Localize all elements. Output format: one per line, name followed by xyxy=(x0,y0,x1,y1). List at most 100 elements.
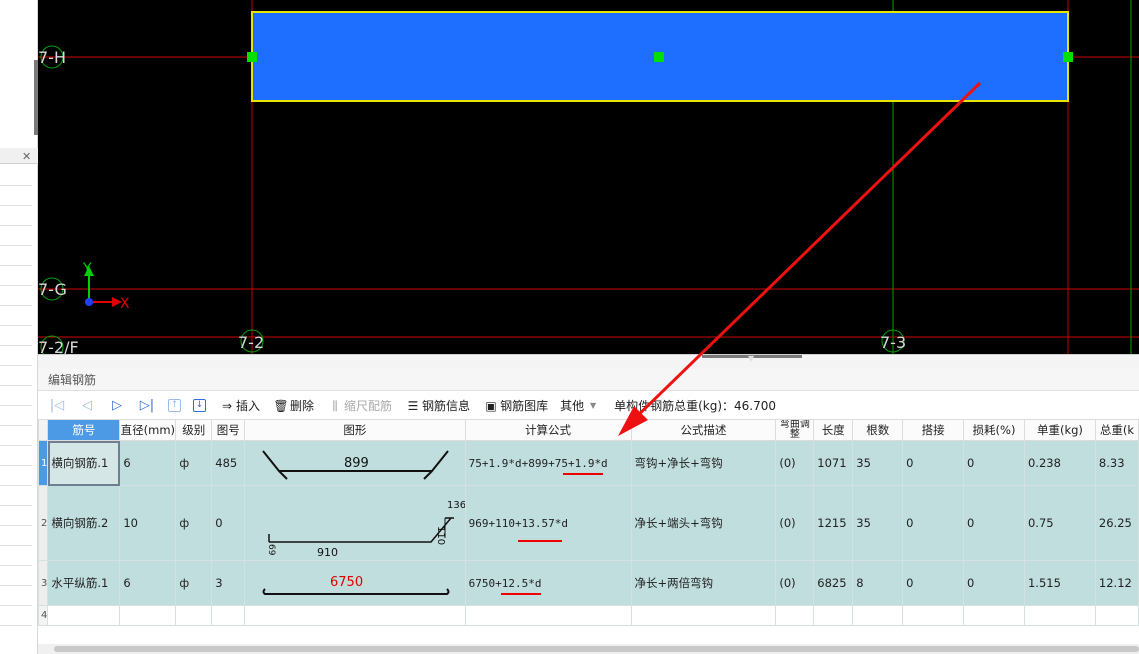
toolbar: |◁ ◁ ▷ ▷| ↑ ↓ ⇒ 插入 🗑 删除 ⫼ 缩尺配筋 ☰ 钢筋信息 ▣ 钢筋图库 … xyxy=(38,392,1139,419)
first-record-button[interactable]: |◁ xyxy=(44,395,70,417)
header-figno[interactable]: 图号 xyxy=(211,419,246,441)
empty-cell[interactable] xyxy=(175,605,213,626)
empty-cell[interactable] xyxy=(902,605,965,626)
cell-diameter[interactable]: 6 xyxy=(119,440,177,486)
cell-unit-weight[interactable]: 0.238 xyxy=(1023,440,1096,486)
cell-count[interactable]: 35 xyxy=(852,485,904,561)
cell-shape[interactable]: 899 xyxy=(244,440,466,486)
grip-middle[interactable] xyxy=(654,52,664,62)
move-down-button[interactable]: ↓ xyxy=(189,395,210,417)
empty-cell[interactable] xyxy=(47,605,121,626)
grip-right[interactable] xyxy=(1063,52,1073,62)
table-row[interactable]: 2 横向钢筋.2 10 ф 0 136 110 910 69 969+110+1… xyxy=(38,485,1139,561)
cell-lap[interactable]: 0 xyxy=(902,560,965,606)
cell-bend[interactable]: (0) xyxy=(775,485,815,561)
cell-figno[interactable]: 0 xyxy=(211,485,246,561)
header-bend[interactable]: 弯曲调整 xyxy=(775,419,815,441)
cell-loss[interactable]: 0 xyxy=(963,560,1025,606)
cell-bend[interactable]: (0) xyxy=(775,440,815,486)
cell-desc[interactable]: 弯钩+净长+弯钩 xyxy=(630,440,777,486)
cell-figno[interactable]: 485 xyxy=(211,440,246,486)
cell-loss[interactable]: 0 xyxy=(963,485,1025,561)
header-length[interactable]: 长度 xyxy=(813,419,854,441)
shape-dimension-label: 6750 xyxy=(330,575,363,590)
header-lap[interactable]: 搭接 xyxy=(902,419,965,441)
empty-cell[interactable] xyxy=(244,605,466,626)
empty-cell[interactable] xyxy=(630,605,777,626)
empty-cell[interactable] xyxy=(852,605,904,626)
cell-count[interactable]: 8 xyxy=(852,560,904,606)
table-row[interactable]: 1 横向钢筋.1 6 ф 485 899 75+1.9*d+899+75+1.9… xyxy=(38,440,1139,486)
shape-label-hook: 69 xyxy=(266,544,276,556)
header-desc[interactable]: 公式描述 xyxy=(630,419,777,441)
header-total-weight[interactable]: 总重(k xyxy=(1094,419,1139,441)
next-record-button[interactable]: ▷ xyxy=(104,395,130,417)
cell-grade[interactable]: ф xyxy=(175,440,213,486)
cell-total-weight[interactable]: 26.25 xyxy=(1094,485,1139,561)
close-icon[interactable]: ✕ xyxy=(22,150,31,163)
empty-cell[interactable] xyxy=(1094,605,1139,626)
cell-formula[interactable]: 6750+12.5*d xyxy=(464,560,632,606)
cell-length[interactable]: 1215 xyxy=(813,485,854,561)
cell-total-weight[interactable]: 8.33 xyxy=(1094,440,1139,486)
drawing-canvas[interactable]: 7-H 7-G 7-2/F 7-2 7-3 Y X xyxy=(38,0,1139,354)
empty-cell[interactable] xyxy=(464,605,632,626)
cell-name[interactable]: 水平纵筋.1 xyxy=(47,560,121,606)
delete-button[interactable]: 🗑 删除 xyxy=(268,395,318,417)
chevron-down-icon[interactable]: ▼ xyxy=(748,354,754,363)
grip-left[interactable] xyxy=(247,52,257,62)
cell-lap[interactable]: 0 xyxy=(902,440,965,486)
cell-shape[interactable]: 6750 xyxy=(244,560,466,606)
empty-cell[interactable] xyxy=(119,605,177,626)
scrollbar-thumb[interactable] xyxy=(54,646,1139,652)
header-formula[interactable]: 计算公式 xyxy=(464,419,632,441)
last-record-button[interactable]: ▷| xyxy=(134,395,160,417)
cell-desc[interactable]: 净长+两倍弯钩 xyxy=(630,560,777,606)
header-name[interactable]: 筋号 xyxy=(47,419,121,441)
header-grade[interactable]: 级别 xyxy=(175,419,213,441)
header-diameter[interactable]: 直径(mm) xyxy=(119,419,177,441)
panel-splitter[interactable]: ▼ xyxy=(38,354,1139,369)
cell-grade[interactable]: ф xyxy=(175,560,213,606)
header-count[interactable]: 根数 xyxy=(852,419,904,441)
prev-record-button[interactable]: ◁ xyxy=(74,395,100,417)
formula-text: 6750+12.5*d xyxy=(468,576,542,590)
cell-length[interactable]: 6825 xyxy=(813,560,854,606)
header-unit-weight[interactable]: 单重(kg) xyxy=(1023,419,1096,441)
rebar-info-button[interactable]: ☰ 钢筋信息 xyxy=(400,395,474,417)
rebar-library-button[interactable]: ▣ 钢筋图库 xyxy=(478,395,552,417)
cell-grade[interactable]: ф xyxy=(175,485,213,561)
cell-count[interactable]: 35 xyxy=(852,440,904,486)
cell-formula[interactable]: 969+110+13.57*d xyxy=(464,485,632,561)
horizontal-scrollbar[interactable] xyxy=(38,644,1139,654)
header-loss[interactable]: 损耗(%) xyxy=(963,419,1025,441)
cell-unit-weight[interactable]: 0.75 xyxy=(1023,485,1096,561)
cell-diameter[interactable]: 6 xyxy=(119,560,177,606)
cell-diameter[interactable]: 10 xyxy=(119,485,177,561)
cell-loss[interactable]: 0 xyxy=(963,440,1025,486)
table-row-empty[interactable]: 4 xyxy=(38,605,1139,626)
other-menu-button[interactable]: 其他 ▼ xyxy=(556,395,606,417)
cell-figno[interactable]: 3 xyxy=(211,560,246,606)
cell-total-weight[interactable]: 12.12 xyxy=(1094,560,1139,606)
header-shape[interactable]: 图形 xyxy=(244,419,466,441)
cell-shape[interactable]: 136 110 910 69 xyxy=(244,485,466,561)
empty-cell[interactable] xyxy=(211,605,246,626)
scale-rebar-button[interactable]: ⫼ 缩尺配筋 xyxy=(322,395,396,417)
empty-cell[interactable] xyxy=(813,605,854,626)
empty-cell[interactable] xyxy=(963,605,1025,626)
cell-name[interactable]: 横向钢筋.2 xyxy=(47,485,121,561)
cell-name[interactable]: 横向钢筋.1 xyxy=(47,440,121,486)
move-up-button[interactable]: ↑ xyxy=(164,395,185,417)
cell-length[interactable]: 1071 xyxy=(813,440,854,486)
empty-cell[interactable] xyxy=(1023,605,1096,626)
cell-lap[interactable]: 0 xyxy=(902,485,965,561)
rebar-info-label: 钢筋信息 xyxy=(422,399,471,413)
cell-unit-weight[interactable]: 1.515 xyxy=(1023,560,1096,606)
cell-formula[interactable]: 75+1.9*d+899+75+1.9*d xyxy=(464,440,632,486)
empty-cell[interactable] xyxy=(775,605,815,626)
table-row[interactable]: 3 水平纵筋.1 6 ф 3 6750 6750+12.5*d 净长+两倍弯钩 … xyxy=(38,560,1139,606)
insert-button[interactable]: ⇒ 插入 xyxy=(214,395,264,417)
cell-bend[interactable]: (0) xyxy=(775,560,815,606)
cell-desc[interactable]: 净长+端头+弯钩 xyxy=(630,485,777,561)
